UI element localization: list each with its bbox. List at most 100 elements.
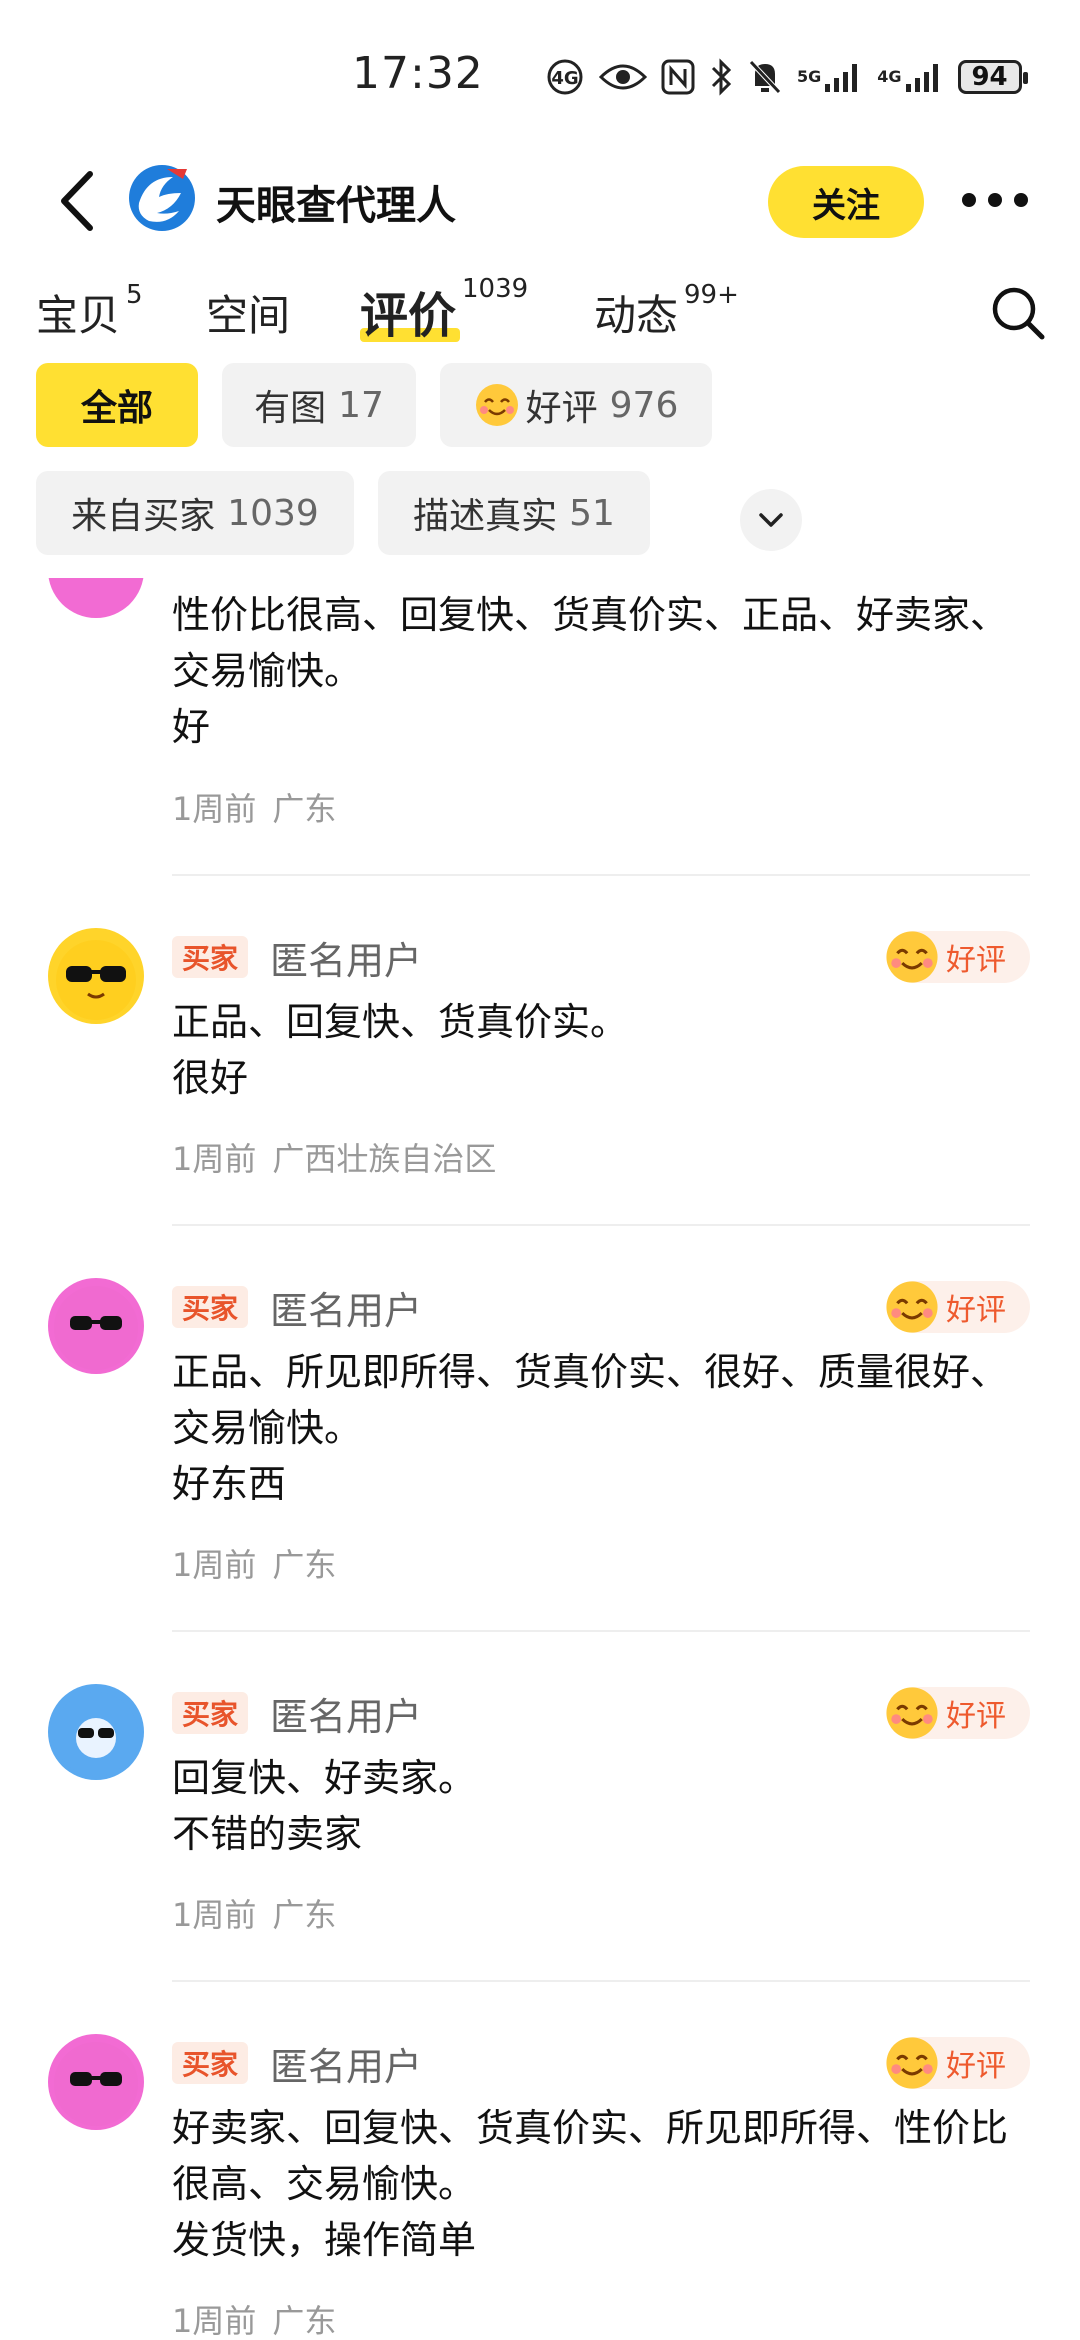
review-meta: 1周前 广东: [172, 1540, 336, 1586]
tab-label: 空间: [206, 291, 291, 340]
tab-count: 5: [126, 280, 143, 310]
bluetooth-icon: [709, 58, 733, 96]
tab-reviews[interactable]: 评价 1039: [360, 274, 529, 346]
search-icon[interactable]: [990, 285, 1046, 341]
expand-filters-button[interactable]: [740, 489, 802, 551]
divider: [172, 1980, 1030, 1982]
buyer-tag: 买家: [172, 1286, 249, 1328]
review-line: 回复快、好卖家。: [172, 1756, 477, 1800]
tab-updates[interactable]: 动态 99+: [594, 280, 739, 343]
chevron-down-icon: [759, 513, 783, 527]
avatar[interactable]: [48, 578, 144, 618]
review-line: 好: [172, 705, 211, 749]
review-line: 正品、所见即所得、货真价实、很好、质量很好、交易愉快。: [172, 1350, 1009, 1450]
filter-label: 全部: [80, 388, 153, 429]
rating-label: 好评: [946, 1293, 1006, 1328]
review-line: 好卖家、回复快、货真价实、所见即所得、性价比很高、交易愉快。: [172, 2106, 1009, 2206]
mute-bell-icon: [747, 58, 783, 96]
tab-space[interactable]: 空间: [206, 282, 290, 343]
rating-badge: 好评: [886, 1687, 1030, 1739]
smile-emoji-icon: [886, 2037, 938, 2089]
status-time: 17:32: [352, 48, 484, 99]
filter-with-images[interactable]: 有图 17: [222, 363, 416, 447]
rating-badge: 好评: [886, 2037, 1030, 2089]
smile-emoji-icon: [886, 1281, 938, 1333]
review-location: 广东: [272, 1896, 337, 1934]
tab-label: 评价: [360, 288, 457, 344]
avatar[interactable]: [48, 928, 144, 1024]
battery-indicator: 94: [957, 60, 1028, 94]
rating-label: 好评: [946, 943, 1006, 978]
filter-count: 17: [338, 384, 384, 426]
shop-name: 天眼查代理人: [216, 183, 456, 229]
filter-all[interactable]: 全部: [36, 363, 198, 447]
eye-icon: [599, 61, 647, 93]
review-location: 广东: [272, 2302, 337, 2340]
rating-label: 好评: [946, 1699, 1006, 1734]
rating-badge: 好评: [886, 1281, 1030, 1333]
review-text: 性价比很高、回复快、货真价实、正品、好卖家、交易愉快。 好: [172, 587, 1032, 755]
tab-label: 动态: [594, 291, 679, 340]
more-options-icon[interactable]: [962, 188, 1028, 212]
username: 匿名用户: [270, 1695, 423, 1739]
tab-count: 1039: [462, 274, 529, 304]
filter-from-buyers[interactable]: 来自买家 1039: [36, 471, 354, 555]
review-location: 广西壮族自治区: [272, 1140, 497, 1178]
avatar[interactable]: [48, 1684, 144, 1780]
svg-text:4G: 4G: [551, 68, 578, 89]
rating-badge: 好评: [886, 931, 1030, 983]
filter-count: 1039: [227, 492, 319, 534]
review-time: 1周前: [172, 790, 257, 828]
filter-label: 描述真实: [413, 496, 558, 537]
filter-count: 976: [609, 384, 679, 426]
review-line: 好东西: [172, 1462, 287, 1506]
smile-emoji-icon: [886, 1687, 938, 1739]
signal-5g-icon: 5G: [797, 60, 863, 94]
review-line: 很好: [172, 1056, 249, 1100]
tab-products[interactable]: 宝贝 5: [36, 280, 143, 343]
review-time: 1周前: [172, 1140, 257, 1178]
smile-emoji-icon: [475, 384, 518, 426]
avatar[interactable]: [48, 2034, 144, 2130]
review-line: 不错的卖家: [172, 1812, 363, 1856]
signal-4g-icon: 4G: [877, 60, 943, 94]
buyer-tag: 买家: [172, 1692, 249, 1734]
filter-accurate-description[interactable]: 描述真实 51: [378, 471, 650, 555]
divider: [172, 874, 1030, 876]
avatar[interactable]: [48, 1278, 144, 1374]
nfc-icon: [661, 59, 695, 95]
username: 匿名用户: [270, 2045, 423, 2089]
filter-count: 51: [569, 492, 615, 534]
filter-label: 好评: [525, 388, 598, 429]
review-time: 1周前: [172, 1896, 257, 1934]
rating-label: 好评: [946, 2049, 1006, 2084]
status-icons: 4G 5G 4G 94: [545, 54, 1028, 100]
back-button[interactable]: [50, 168, 110, 234]
review-location: 广东: [272, 790, 337, 828]
review-text: 好卖家、回复快、货真价实、所见即所得、性价比很高、交易愉快。 发货快，操作简单: [172, 2100, 1032, 2268]
review-list[interactable]: 性价比很高、回复快、货真价实、正品、好卖家、交易愉快。 好 1周前 广东 买家 匿…: [0, 578, 1080, 2340]
review-time: 1周前: [172, 2302, 257, 2340]
tab-label: 宝贝: [36, 291, 121, 340]
shop-logo-icon: [127, 163, 197, 233]
review-meta: 1周前 广东: [172, 1890, 336, 1936]
review-time: 1周前: [172, 1546, 257, 1584]
username: 匿名用户: [270, 1289, 423, 1333]
review-text: 回复快、好卖家。 不错的卖家: [172, 1750, 1032, 1862]
divider: [172, 1630, 1030, 1632]
net-5g-label: 5G: [797, 67, 822, 86]
review-text: 正品、所见即所得、货真价实、很好、质量很好、交易愉快。 好东西: [172, 1344, 1032, 1512]
buyer-tag: 买家: [172, 936, 249, 978]
filter-label: 有图: [254, 388, 327, 429]
divider: [172, 1224, 1030, 1226]
hd-call-icon: 4G: [545, 57, 585, 97]
net-4g-label: 4G: [877, 67, 902, 86]
follow-button[interactable]: 关注: [768, 166, 924, 238]
filter-positive[interactable]: 好评 976: [440, 363, 712, 447]
buyer-tag: 买家: [172, 2042, 249, 2084]
review-line: 发货快，操作简单: [172, 2218, 477, 2262]
review-meta: 1周前 广东: [172, 784, 336, 830]
tab-count: 99+: [684, 280, 739, 310]
review-line: 性价比很高、回复快、货真价实、正品、好卖家、交易愉快。: [172, 593, 1009, 693]
username: 匿名用户: [270, 939, 423, 983]
